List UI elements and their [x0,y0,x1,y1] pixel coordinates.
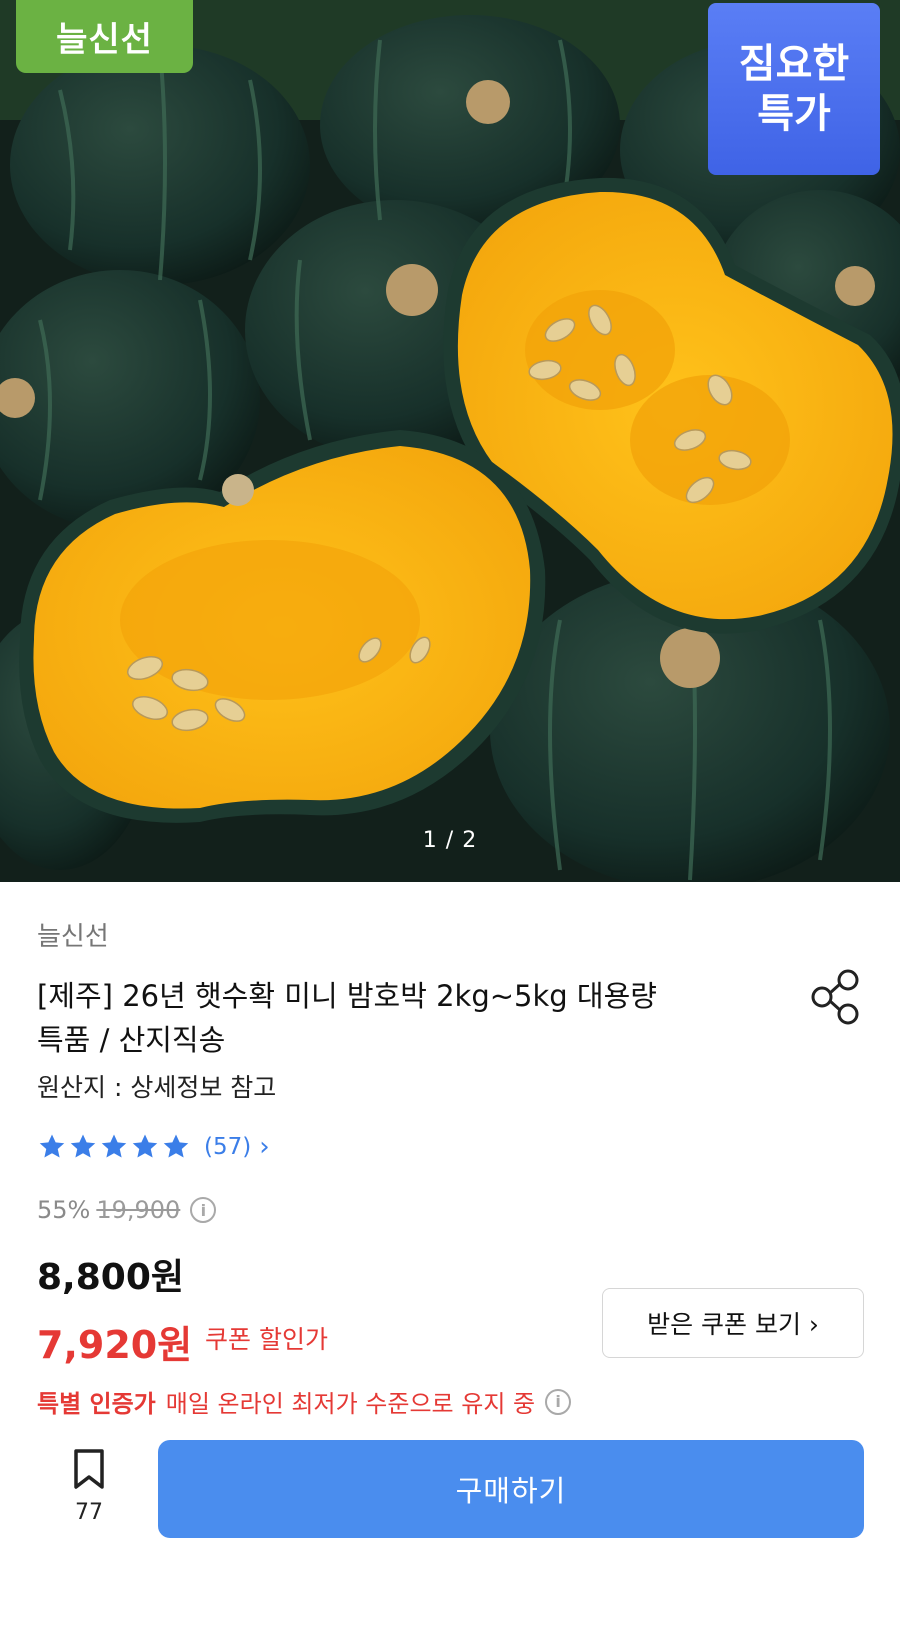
special-deal-badge-line2: 특가 [757,91,831,137]
star-icon [163,1134,189,1158]
star-icon [39,1134,65,1158]
rating-summary[interactable]: (57) › [37,1132,270,1162]
star-rating [37,1132,192,1162]
star-icon [70,1134,96,1158]
product-image-carousel[interactable]: 늘신선 짐요한 특가 1 / 2 [0,0,900,882]
original-price: 19,900 [96,1196,181,1224]
chevron-right-icon[interactable]: › [259,1132,269,1162]
view-coupons-button[interactable]: 받은 쿠폰 보기 › [602,1288,864,1358]
special-price-text: 매일 온라인 최저가 수준으로 유지 중 [165,1390,536,1418]
special-price-notice: 특별 인증가 매일 온라인 최저가 수준으로 유지 중 i [37,1384,572,1419]
seller-name[interactable]: 늘신선 [37,916,109,953]
special-deal-badge-line1: 짐요한 [738,41,850,87]
product-title-line2: 특품 / 산지직송 [37,1023,226,1057]
special-deal-badge: 짐요한 특가 [708,3,880,175]
special-price-highlight: 특별 인증가 [37,1390,156,1418]
bookmark-button[interactable]: 77 [66,1448,112,1540]
discount-rate: 55% [37,1196,91,1224]
coupon-price-label: 쿠폰 할인가 [205,1325,328,1354]
info-icon[interactable]: i [545,1388,572,1415]
review-count[interactable]: (57) [204,1134,251,1160]
product-title: [제주] 26년 햇수확 미니 밤호박 2kg~5kg 대용량 특품 / 산지직… [37,974,757,1062]
star-icon [132,1134,158,1158]
brand-badge: 늘신선 [16,0,193,73]
product-title-line1: [제주] 26년 햇수확 미니 밤호박 2kg~5kg 대용량 [37,979,657,1013]
bookmark-count: 77 [75,1500,103,1525]
buy-button[interactable]: 구매하기 [158,1440,864,1538]
image-pager-indicator: 1 / 2 [422,828,478,853]
discount-row: 55% 19,900 i [37,1196,217,1224]
bookmark-icon [74,1449,104,1489]
share-icon[interactable] [810,968,862,1026]
star-icon [101,1134,127,1158]
origin-info: 원산지 : 상세정보 참고 [37,1073,277,1102]
info-icon[interactable]: i [190,1197,217,1223]
sale-price: 8,800원 [37,1257,184,1298]
coupon-price: 7,920원 [37,1323,193,1367]
